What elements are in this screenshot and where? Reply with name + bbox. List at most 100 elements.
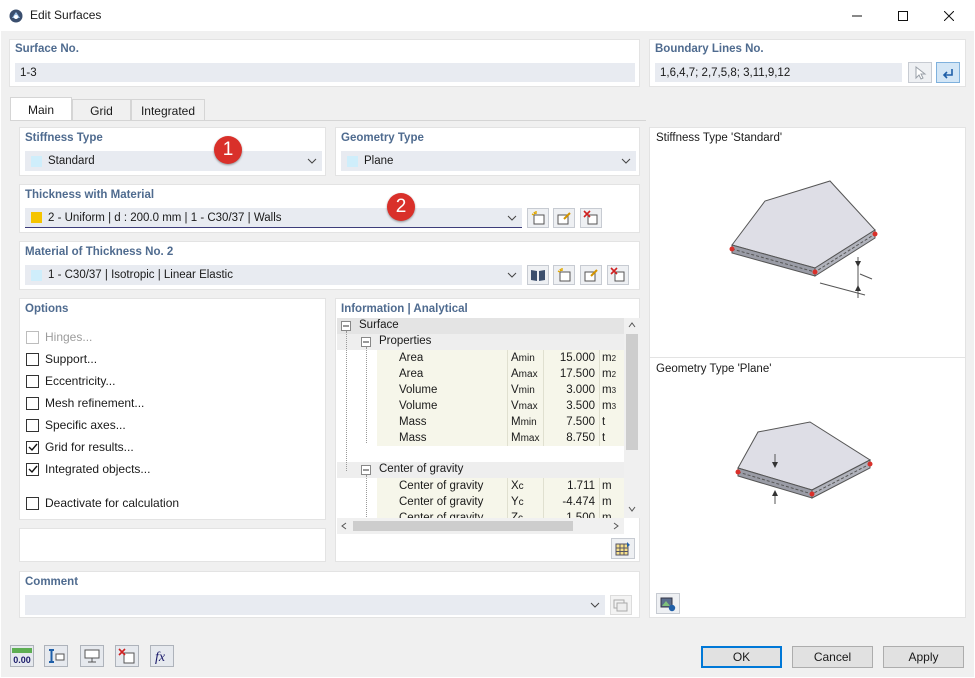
collapse-icon[interactable] [361, 337, 371, 347]
tree-surface-label: Surface [359, 319, 399, 331]
svg-text:fx: fx [155, 650, 166, 664]
material-panel: Material of Thickness No. 2 1 - C30/37 |… [19, 241, 640, 290]
scroll-thumb[interactable] [353, 521, 573, 531]
edit-item-icon [584, 269, 598, 282]
edit-thickness-button[interactable] [553, 208, 575, 228]
chevron-down-icon [302, 151, 322, 171]
mesh-refinement-checkbox[interactable]: Mesh refinement... [26, 392, 144, 414]
new-material-button[interactable] [553, 265, 575, 285]
options-panel: Options Hinges... Support... Eccentricit… [19, 298, 326, 520]
comment-panel: Comment [19, 571, 640, 618]
eccentricity-checkbox[interactable]: Eccentricity... [26, 370, 115, 392]
section-icon [49, 649, 65, 663]
stiffness-color-swatch [31, 155, 42, 167]
geometry-type-panel: Geometry Type Plane [335, 127, 640, 176]
preview-geometry-title: Geometry Type 'Plane' [656, 363, 772, 375]
boundary-lines-input[interactable]: 1,6,4,7; 2,7,5,8; 3,11,9,12 [655, 63, 902, 82]
comment-input[interactable] [25, 595, 605, 615]
units-text: 0.00 [13, 655, 31, 664]
table-row: Volume Vmax 3.500 m3 [399, 400, 617, 412]
tab-grid[interactable]: Grid [72, 99, 131, 121]
table-row: Center of gravity Xc 1.711 m [399, 480, 612, 492]
library-icon [531, 270, 545, 281]
grid-for-results-checkbox[interactable]: Grid for results... [26, 436, 134, 458]
vertical-scrollbar[interactable] [624, 318, 640, 518]
tab-main[interactable]: Main [10, 97, 72, 121]
thickness-panel: Thickness with Material 2 - Uniform | d … [19, 184, 640, 233]
tree-cog-label: Center of gravity [379, 463, 464, 475]
material-value: 1 - C30/37 | Isotropic | Linear Elastic [48, 269, 233, 281]
scroll-right-icon[interactable] [613, 522, 619, 530]
table-row: Mass Mmax 8.750 t [399, 432, 606, 444]
collapse-icon[interactable] [361, 465, 371, 475]
integrated-objects-checkbox[interactable]: Integrated objects... [26, 458, 150, 480]
title-bar: Edit Surfaces [0, 0, 975, 31]
formula-button[interactable]: fx [150, 645, 174, 667]
edit-material-button[interactable] [580, 265, 602, 285]
chevron-down-icon [585, 595, 605, 615]
picture-settings-icon [660, 597, 676, 611]
table-grid-icon [615, 541, 630, 555]
tab-integrated[interactable]: Integrated [131, 99, 205, 121]
material-select[interactable]: 1 - C30/37 | Isotropic | Linear Elastic [25, 265, 522, 285]
delete-button[interactable] [115, 645, 139, 667]
horizontal-scrollbar[interactable] [337, 518, 624, 534]
comment-library-button[interactable] [610, 595, 632, 615]
apply-button[interactable]: Apply [883, 646, 964, 668]
new-item-icon [557, 268, 571, 282]
information-panel: Information | Analytical Surface Propert… [335, 298, 640, 562]
delete-thickness-button[interactable] [580, 208, 602, 228]
section-button[interactable] [44, 645, 68, 667]
view-button[interactable] [80, 645, 104, 667]
callout-badge-1: 1 [214, 136, 242, 164]
delete-material-button[interactable] [607, 265, 629, 285]
cancel-button[interactable]: Cancel [792, 646, 873, 668]
thickness-color-swatch [31, 212, 42, 223]
new-item-icon [531, 211, 545, 225]
information-label: Information | Analytical [341, 303, 468, 315]
scroll-down-icon[interactable] [628, 506, 636, 512]
formula-icon: fx [155, 650, 166, 664]
material-library-button[interactable] [527, 265, 549, 285]
scroll-thumb[interactable] [626, 334, 638, 450]
preview-divider [650, 357, 965, 358]
specific-axes-checkbox[interactable]: Specific axes... [26, 414, 126, 436]
return-button[interactable] [936, 62, 960, 83]
thickness-select[interactable]: 2 - Uniform | d : 200.0 mm | 1 - C30/37 … [25, 208, 522, 228]
stiffness-type-select[interactable]: Standard [25, 151, 322, 171]
delete-item-icon [583, 210, 598, 225]
stiffness-preview-image [729, 180, 878, 298]
minimize-button[interactable] [834, 0, 880, 31]
material-color-swatch [31, 269, 42, 281]
tree-properties-label: Properties [379, 335, 432, 347]
collapse-icon[interactable] [341, 321, 351, 331]
close-button[interactable] [926, 0, 972, 31]
window-title: Edit Surfaces [30, 8, 102, 22]
ok-button[interactable]: OK [701, 646, 782, 668]
table-row: Area Amin 15.000 m2 [399, 352, 617, 364]
options-label: Options [25, 303, 69, 315]
scroll-up-icon[interactable] [628, 322, 636, 328]
table-row: Area Amax 17.500 m2 [399, 368, 617, 380]
thickness-label: Thickness with Material [25, 189, 155, 201]
view-icon [84, 649, 100, 663]
hinges-checkbox[interactable]: Hinges... [26, 326, 92, 348]
units-button[interactable]: 0.00 [10, 645, 34, 667]
stiffness-type-value: Standard [48, 155, 95, 167]
comment-label: Comment [25, 576, 79, 588]
maximize-button[interactable] [880, 0, 926, 31]
geometry-preview-image [735, 421, 873, 504]
return-arrow-icon [942, 68, 953, 79]
support-checkbox[interactable]: Support... [26, 348, 97, 370]
scroll-left-icon[interactable] [341, 522, 347, 530]
delete-icon [118, 648, 135, 664]
info-table-button[interactable] [611, 538, 635, 559]
surface-no-input[interactable]: 1-3 [15, 63, 635, 82]
pick-lines-button[interactable] [908, 62, 932, 83]
preview-settings-button[interactable] [656, 593, 680, 614]
chevron-down-icon [616, 151, 636, 171]
geometry-type-select[interactable]: Plane [341, 151, 636, 171]
deactivate-checkbox[interactable]: Deactivate for calculation [26, 492, 179, 514]
new-thickness-button[interactable] [527, 208, 549, 228]
table-row: Center of gravity Yc -4.474 m [399, 496, 612, 508]
